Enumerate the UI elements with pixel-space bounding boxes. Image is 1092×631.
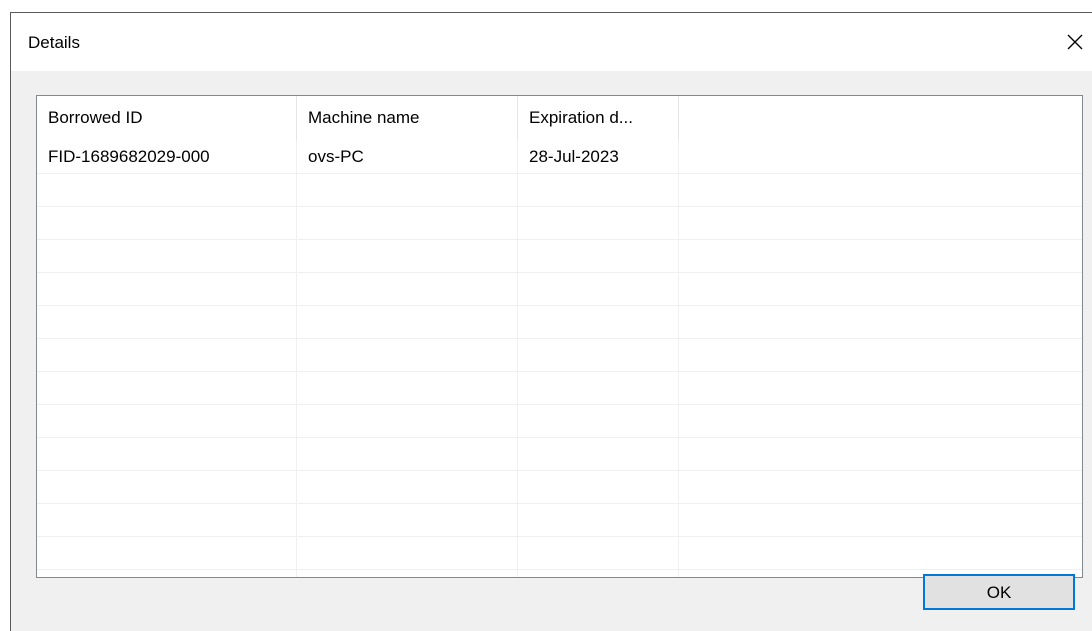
list-header: Borrowed ID Machine name Expiration d... — [37, 96, 1082, 140]
cell-borrowed-id: FID-1689682029-000 — [48, 147, 210, 166]
grid-line — [37, 272, 1082, 273]
grid-line — [37, 404, 1082, 405]
column-header-borrowed-id[interactable]: Borrowed ID — [37, 96, 296, 140]
details-dialog: Details Borrowed ID Machine name Expirat… — [10, 12, 1092, 631]
borrowed-licenses-list[interactable]: Borrowed ID Machine name Expiration d...… — [36, 95, 1083, 578]
grid-line — [37, 503, 1082, 504]
grid-line — [37, 437, 1082, 438]
grid-line — [37, 206, 1082, 207]
cell-expiration-date: 28-Jul-2023 — [529, 147, 619, 166]
title-bar: Details — [11, 13, 1092, 71]
grid-line — [37, 569, 1082, 570]
column-header-machine-name[interactable]: Machine name — [297, 96, 517, 140]
grid-line — [37, 338, 1082, 339]
dialog-title: Details — [28, 33, 80, 52]
grid-line — [37, 536, 1082, 537]
grid-line — [37, 470, 1082, 471]
cell-machine-name: ovs-PC — [308, 147, 364, 166]
grid-line — [37, 239, 1082, 240]
grid-line — [37, 173, 1082, 174]
ok-button[interactable]: OK — [923, 574, 1075, 610]
column-header-expiration-date[interactable]: Expiration d... — [518, 96, 678, 140]
grid-line — [37, 371, 1082, 372]
close-icon[interactable] — [1060, 27, 1090, 57]
grid-line — [37, 305, 1082, 306]
column-divider[interactable] — [678, 96, 679, 140]
